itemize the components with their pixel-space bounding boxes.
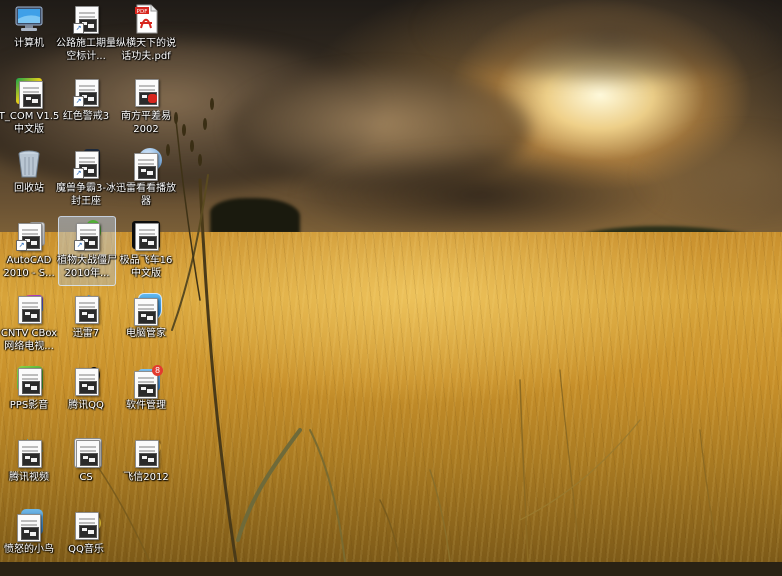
desktop-icon-software-manager[interactable]: 8 软件管理 <box>117 362 175 432</box>
icon-label: 公路施工期量空标计... <box>56 38 116 62</box>
desktop-icon-survey-software[interactable]: 南方平差易2002 <box>117 73 175 143</box>
icon-label: 电脑管家 <box>126 328 166 339</box>
icon-label: QQ音乐 <box>68 544 104 555</box>
icon-label: 魔兽争霸3-冰封王座 <box>56 183 116 207</box>
icon-label: 飞信2012 <box>123 472 169 483</box>
music-icon <box>70 509 102 541</box>
desktop-icon-pps[interactable]: PPS影音 <box>0 362 58 432</box>
icon-label: 迅雷7 <box>72 328 100 339</box>
fetion-icon <box>130 437 162 469</box>
qq-icon <box>70 365 102 397</box>
tv-icon <box>13 293 45 325</box>
icon-label: 腾讯QQ <box>68 400 104 411</box>
autocad-icon: ↗ <box>13 220 45 252</box>
icon-label: PPS影音 <box>9 400 49 411</box>
desktop-icon-pc-manager[interactable]: 电脑管家 <box>117 290 175 360</box>
game-icon: ↗ <box>71 220 103 252</box>
player-icon <box>130 148 162 181</box>
icon-label: 红色警戒3 <box>62 111 110 122</box>
computer-icon <box>13 3 45 35</box>
desktop-icon-document[interactable]: ↗ 公路施工期量空标计... <box>56 0 116 70</box>
desktop-icon-cs[interactable]: CS <box>57 434 115 504</box>
icon-label: 极品飞车16 中文版 <box>119 255 173 279</box>
icon-label: CNTV CBox 网络电视... <box>0 328 58 352</box>
icon-label: 愤怒的小鸟 <box>4 544 54 555</box>
icon-label: 植物大战僵尸2010年... <box>57 255 117 279</box>
game-icon <box>70 437 102 469</box>
icon-label: 回收站 <box>14 183 44 194</box>
game-icon <box>130 220 162 252</box>
game-icon <box>13 509 45 542</box>
pdf-icon: PDF <box>130 3 162 35</box>
desktop-icon-fetion-2012[interactable]: 飞信2012 <box>117 434 175 504</box>
desktop-icon-xunlei-7[interactable]: 迅雷7 <box>57 290 115 360</box>
desktop-icon-xunlei-kankan[interactable]: 迅雷看看播放器 <box>116 145 176 215</box>
desktop-icon-autocad[interactable]: ↗ AutoCAD 2010 - S... <box>0 217 58 287</box>
app-icon <box>130 76 162 108</box>
desktop-icon-tencent-video[interactable]: 腾讯视频 <box>0 434 58 504</box>
pdf-tag-text: PDF <box>137 9 148 15</box>
desktop-icon-need-for-speed[interactable]: 极品飞车16 中文版 <box>117 217 175 287</box>
game-icon: ↗ <box>70 76 102 108</box>
shortcut-arrow-icon: ↗ <box>73 96 84 107</box>
desktop-icon-tcom[interactable]: T_COM V1.5 中文版 <box>0 73 60 143</box>
desktop-icon-warcraft-3[interactable]: ↗ 魔兽争霸3-冰封王座 <box>56 145 116 215</box>
desktop-icon-qq-music[interactable]: QQ音乐 <box>57 506 115 576</box>
notification-count-badge: 8 <box>152 365 163 376</box>
player-icon <box>13 365 45 397</box>
video-icon <box>13 437 45 469</box>
icon-label: 腾讯视频 <box>9 472 49 483</box>
game-icon: ↗ <box>70 148 102 180</box>
icon-label: AutoCAD 2010 - S... <box>3 255 55 279</box>
software-manager-icon: 8 <box>130 365 163 399</box>
desktop-icon-computer[interactable]: 计算机 <box>0 0 58 70</box>
shield-icon <box>130 293 162 326</box>
shortcut-arrow-icon: ↗ <box>74 240 85 251</box>
shortcut-arrow-icon: ↗ <box>16 240 27 251</box>
desktop-icon-tencent-qq[interactable]: 腾讯QQ <box>57 362 115 432</box>
desktop-icon-red-alert-3[interactable]: ↗ 红色警戒3 <box>57 73 115 143</box>
icon-label: 纵横天下的说话功夫.pdf <box>116 38 176 62</box>
shortcut-arrow-icon: ↗ <box>73 23 84 34</box>
desktop-icon-cntv-cbox[interactable]: CNTV CBox 网络电视... <box>0 290 58 360</box>
thunder-icon <box>70 293 102 325</box>
desktop-icon-pdf[interactable]: PDF 纵横天下的说话功夫.pdf <box>116 0 176 70</box>
desktop-icon-plants-vs-zombies[interactable]: ↗ 植物大战僵尸2010年... <box>57 216 117 286</box>
icon-label: T_COM V1.5 中文版 <box>0 111 60 135</box>
shortcut-arrow-icon: ↗ <box>73 168 84 179</box>
desktop-icon-angry-birds[interactable]: 愤怒的小鸟 <box>0 506 58 576</box>
desktop-icon-recycle-bin[interactable]: 回收站 <box>0 145 58 215</box>
document-icon: ↗ <box>70 3 102 35</box>
icon-label: 软件管理 <box>126 400 166 411</box>
icon-label: 计算机 <box>14 38 44 49</box>
desktop: 计算机 ↗ 公路施工期量空标计... PDF 纵横天下的说话功夫.pdf T_C… <box>0 0 782 562</box>
icon-label: 迅雷看看播放器 <box>116 183 176 207</box>
app-icon <box>13 76 45 109</box>
recycle-bin-icon <box>13 148 45 180</box>
icon-label: CS <box>79 472 93 483</box>
icon-label: 南方平差易2002 <box>121 111 171 135</box>
